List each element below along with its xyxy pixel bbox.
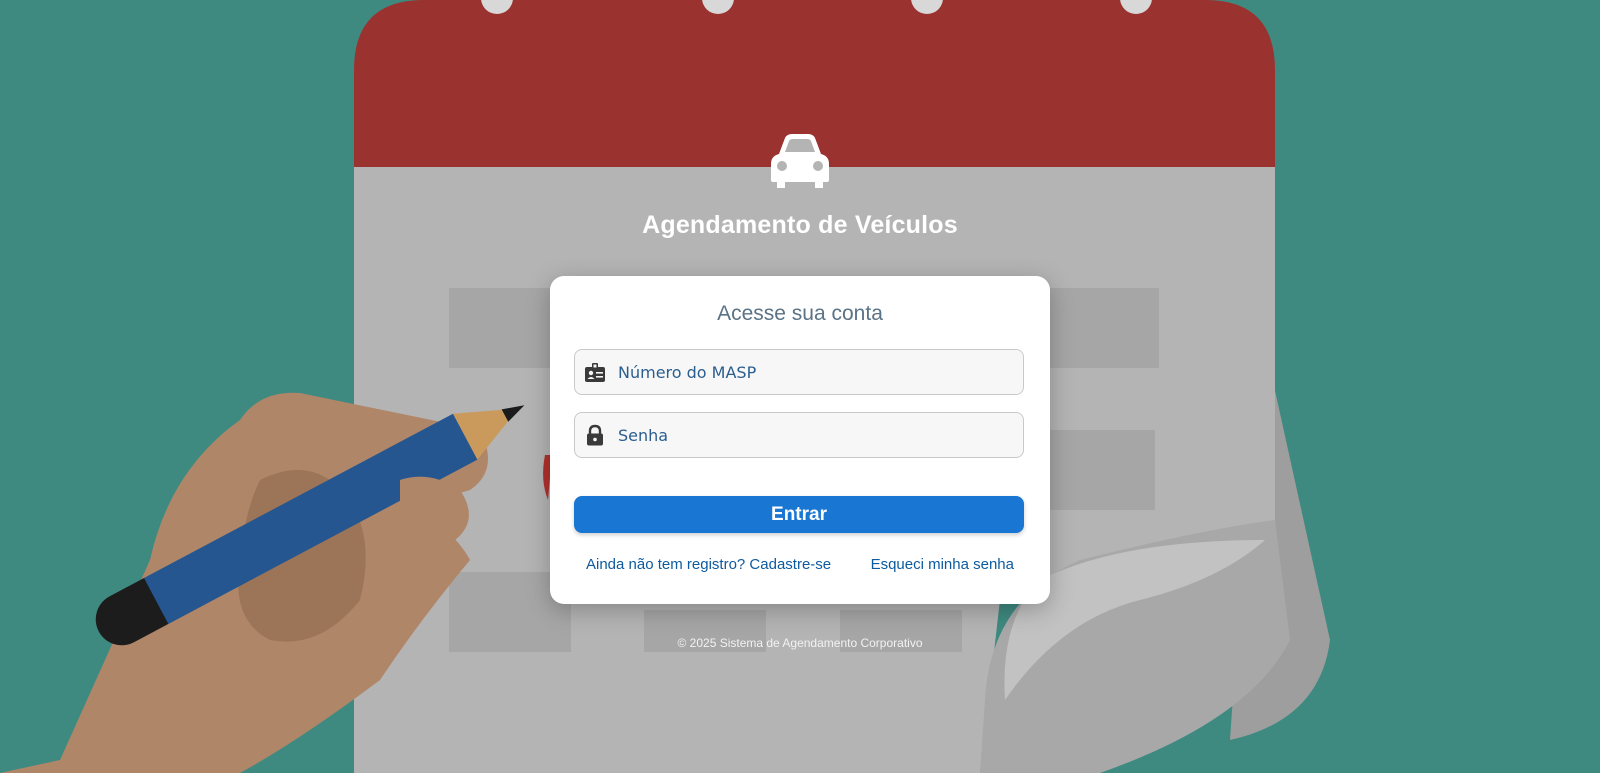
login-heading: Acesse sua conta — [717, 302, 883, 325]
car-icon — [771, 134, 829, 188]
login-button[interactable]: Entrar — [574, 496, 1024, 533]
footer-copyright: © 2025 Sistema de Agendamento Corporativ… — [677, 636, 923, 650]
login-card: Acesse sua conta Entrar Ainda não tem re… — [550, 276, 1050, 604]
password-field[interactable] — [574, 412, 1024, 458]
forgot-password-link[interactable]: Esqueci minha senha — [871, 556, 1014, 573]
masp-field[interactable] — [574, 349, 1024, 395]
register-link[interactable]: Ainda não tem registro? Cadastre-se — [586, 556, 831, 573]
lock-icon — [587, 424, 603, 446]
password-input[interactable] — [618, 413, 1013, 457]
app-header: Agendamento de Veículos — [0, 132, 1600, 240]
app-title: Agendamento de Veículos — [642, 211, 958, 239]
id-badge-icon — [585, 363, 605, 382]
masp-input[interactable] — [618, 350, 1013, 394]
